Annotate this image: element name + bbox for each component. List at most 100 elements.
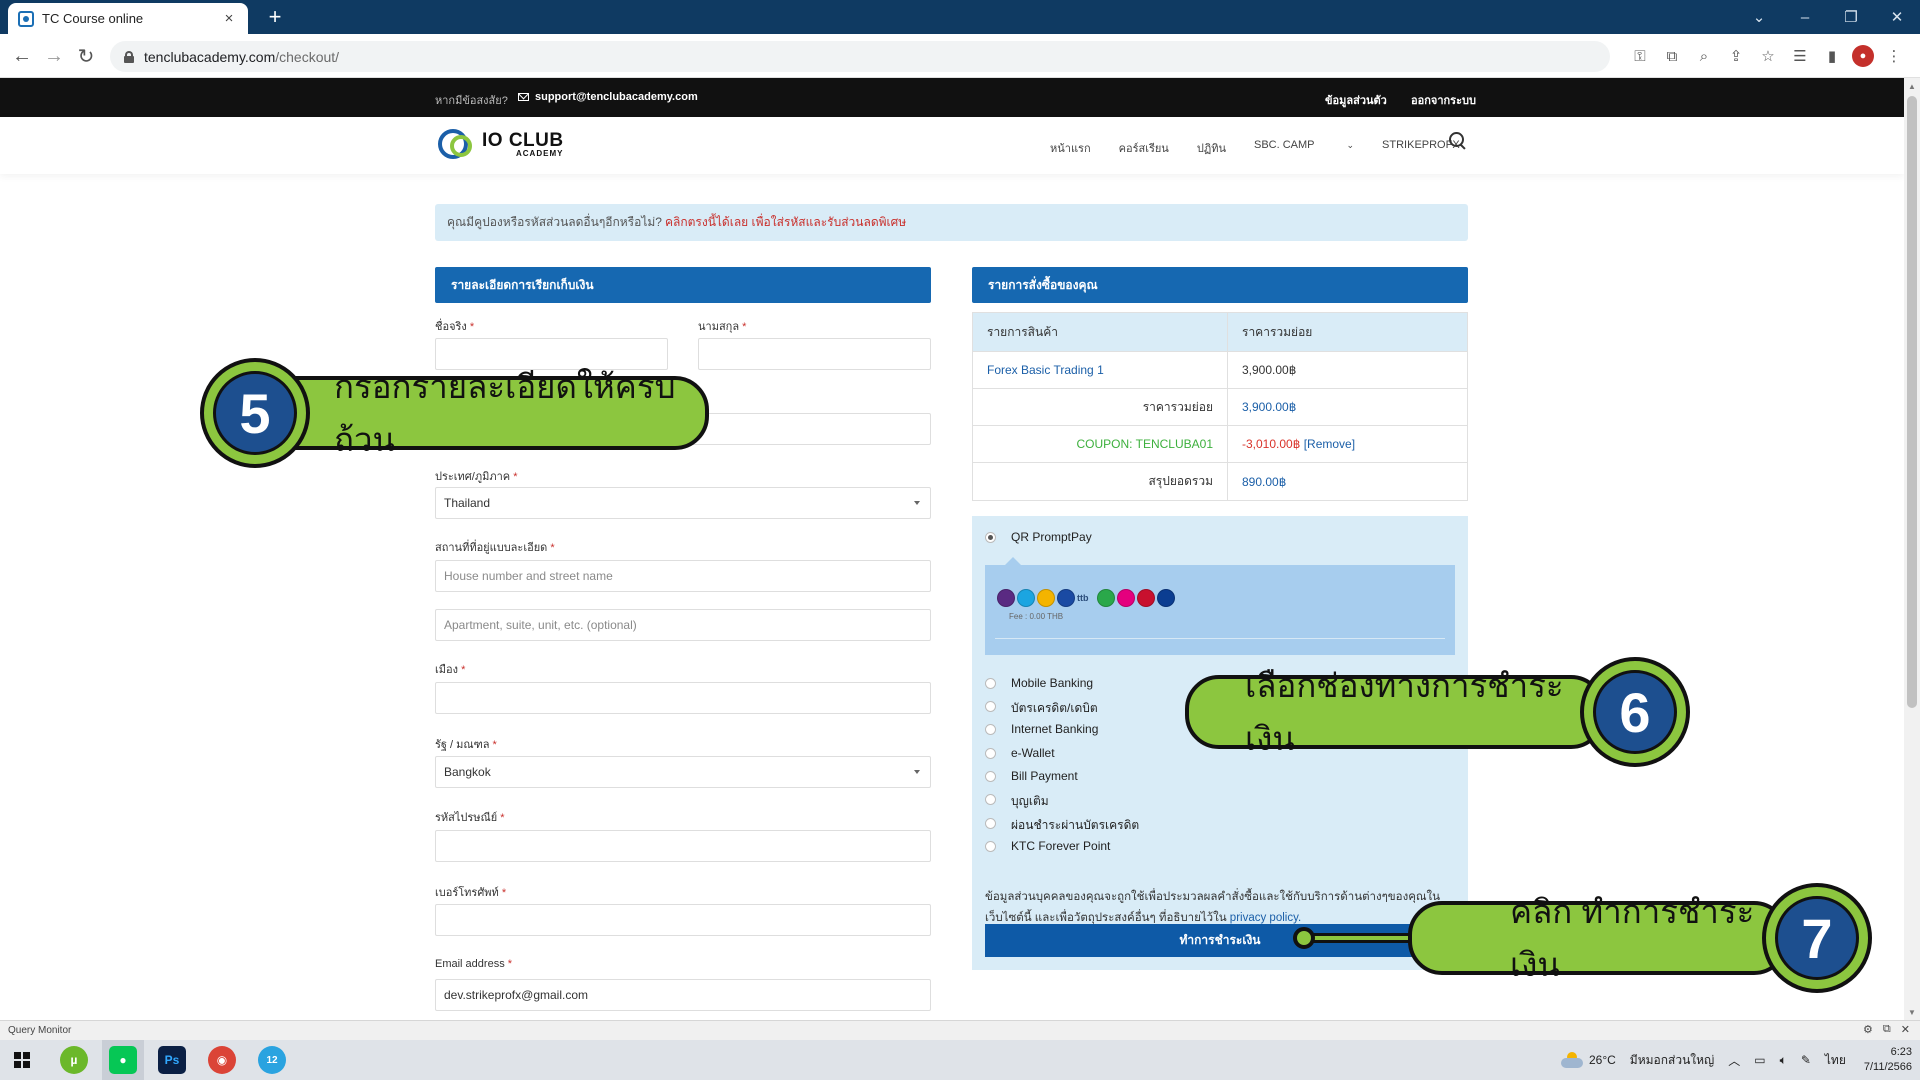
language-indicator[interactable]: ไทย bbox=[1825, 1051, 1846, 1070]
coupon-cell: -3,010.00฿ [Remove] bbox=[1228, 426, 1467, 462]
clock[interactable]: 6:23 7/11/2566 bbox=[1864, 1045, 1912, 1075]
menu-kebab-icon[interactable]: ⋮ bbox=[1882, 42, 1906, 70]
side-panel-icon[interactable]: ▮ bbox=[1820, 42, 1844, 70]
close-window-icon[interactable]: ✕ bbox=[1874, 0, 1920, 34]
zoom-icon[interactable]: ⌕ bbox=[1692, 42, 1716, 70]
new-tab-button[interactable]: + bbox=[262, 4, 288, 30]
payment-radio-promptpay[interactable] bbox=[985, 532, 996, 543]
payment-radio-internet-banking[interactable] bbox=[985, 724, 996, 735]
payment-label-bill-payment[interactable]: Bill Payment bbox=[1011, 769, 1078, 783]
order-heading: รายการสั่งซื้อของคุณ bbox=[972, 267, 1468, 303]
address-line2-input[interactable]: Apartment, suite, unit, etc. (optional) bbox=[435, 609, 931, 641]
nav-item-home[interactable]: หน้าแรก bbox=[1050, 139, 1091, 157]
city-label: เมือง * bbox=[435, 664, 466, 676]
phone-input[interactable] bbox=[435, 904, 931, 936]
nav-item-calendar[interactable]: ปฏิทิน bbox=[1197, 139, 1226, 157]
phone-label: เบอร์โทรศัพท์ * bbox=[435, 887, 507, 899]
site-logo[interactable]: IO CLUB ACADEMY bbox=[436, 125, 564, 163]
query-monitor-label[interactable]: Query Monitor bbox=[8, 1025, 71, 1036]
country-select[interactable]: Thailand bbox=[435, 487, 931, 519]
window-controls: ⌄ – ❐ ✕ bbox=[1736, 0, 1920, 34]
settings-gear-icon[interactable]: ⚙ bbox=[1863, 1023, 1873, 1036]
forward-arrow-icon[interactable]: → bbox=[40, 42, 68, 70]
support-email[interactable]: support@tenclubacademy.com bbox=[518, 91, 698, 103]
browser-tab[interactable]: TC Course online × bbox=[8, 3, 248, 34]
payment-label-promptpay[interactable]: QR PromptPay bbox=[1011, 530, 1092, 544]
nav-item-courses[interactable]: คอร์สเรียน bbox=[1119, 139, 1169, 157]
email-input[interactable]: dev.strikeprofx@gmail.com bbox=[435, 979, 931, 1011]
network-icon[interactable]: ▭ bbox=[1754, 1053, 1765, 1067]
photoshop-app-icon[interactable]: Ps bbox=[158, 1046, 186, 1074]
account-link[interactable]: ข้อมูลส่วนตัว bbox=[1325, 91, 1387, 109]
url-input[interactable]: tenclubacademy.com/checkout/ bbox=[110, 41, 1610, 72]
reload-icon[interactable]: ↻ bbox=[72, 42, 100, 70]
street-address-input[interactable]: House number and street name bbox=[435, 560, 931, 592]
step-5-callout-label: กรอกรายละเอียดให้ครบถ้วน bbox=[255, 368, 709, 458]
weather-text[interactable]: มีหมอกส่วนใหญ่ bbox=[1630, 1051, 1714, 1070]
page-viewport: หากมีข้อสงสัย? support@tenclubacademy.co… bbox=[0, 78, 1904, 1020]
chrome-app-icon[interactable]: ◉ bbox=[208, 1046, 236, 1074]
scroll-down-arrow-icon[interactable]: ▼ bbox=[1904, 1004, 1920, 1020]
product-cell[interactable]: Forex Basic Trading 1 bbox=[973, 352, 1228, 388]
address-bar-row: ← → ↻ tenclubacademy.com/checkout/ ⚿ ⧉ ⌕… bbox=[0, 34, 1920, 78]
state-select[interactable]: Bangkok bbox=[435, 756, 931, 788]
weather-icon[interactable] bbox=[1560, 1052, 1583, 1068]
last-name-input[interactable] bbox=[698, 338, 931, 370]
chevron-down-icon: ⌄ bbox=[1346, 140, 1355, 150]
payment-label-boonterm[interactable]: บุญเติม bbox=[1011, 792, 1049, 811]
close-tab-icon[interactable]: × bbox=[220, 10, 238, 27]
profile-avatar-icon[interactable]: ● bbox=[1852, 45, 1874, 67]
translate-icon[interactable]: ⧉ bbox=[1660, 42, 1684, 70]
key-icon[interactable]: ⚿ bbox=[1628, 42, 1652, 70]
privacy-policy-link[interactable]: privacy policy. bbox=[1230, 912, 1301, 924]
payment-radio-mobile-banking[interactable] bbox=[985, 678, 996, 689]
product-name: Forex Basic Trading bbox=[987, 363, 1094, 377]
coupon-remove-link[interactable]: [Remove] bbox=[1304, 437, 1355, 451]
bookmark-star-icon[interactable]: ☆ bbox=[1756, 42, 1780, 70]
scroll-up-arrow-icon[interactable]: ▲ bbox=[1904, 78, 1920, 94]
search-icon[interactable] bbox=[1448, 131, 1466, 149]
tab-search-icon[interactable]: ⌄ bbox=[1736, 0, 1782, 34]
payment-label-installment[interactable]: ผ่อนชำระผ่านบัตรเครดิต bbox=[1011, 816, 1139, 835]
payment-radio-credit-card[interactable] bbox=[985, 701, 996, 712]
postcode-input[interactable] bbox=[435, 830, 931, 862]
restore-icon[interactable]: ❐ bbox=[1828, 0, 1874, 34]
total-label: สรุปยอดรวม bbox=[973, 463, 1228, 500]
payment-label-mobile-banking[interactable]: Mobile Banking bbox=[1011, 676, 1093, 690]
browser-toolbar-icons: ⚿ ⧉ ⌕ ⇪ ☆ ☰ ▮ ● ⋮ bbox=[1628, 42, 1906, 70]
payment-label-ewallet[interactable]: e-Wallet bbox=[1011, 746, 1055, 760]
payment-label-credit-card[interactable]: บัตรเครดิต/เดบิต bbox=[1011, 699, 1098, 718]
payment-radio-installment[interactable] bbox=[985, 818, 996, 829]
payment-radio-ewallet[interactable] bbox=[985, 748, 996, 759]
temperature[interactable]: 26°C bbox=[1589, 1053, 1616, 1067]
volume-icon[interactable]: 🔈︎ bbox=[1780, 1053, 1787, 1068]
reading-list-icon[interactable]: ☰ bbox=[1788, 42, 1812, 70]
product-price: 3,900.00฿ bbox=[1242, 363, 1297, 377]
payment-radio-bill-payment[interactable] bbox=[985, 771, 996, 782]
payment-radio-boonterm[interactable] bbox=[985, 794, 996, 805]
coupon-notice-link[interactable]: คลิกตรงนี้ได้เลย เพื่อใส่รหัสและรับส่วนล… bbox=[665, 213, 906, 232]
popout-icon[interactable]: ⧉ bbox=[1883, 1023, 1891, 1036]
utorrent-app-icon[interactable]: µ bbox=[60, 1046, 88, 1074]
close-icon[interactable]: ✕ bbox=[1901, 1023, 1910, 1036]
telegram-app-icon[interactable]: 12 bbox=[258, 1046, 286, 1074]
back-arrow-icon[interactable]: ← bbox=[8, 42, 36, 70]
scrollbar-thumb[interactable] bbox=[1907, 96, 1917, 708]
page-scrollbar[interactable]: ▲ ▼ bbox=[1904, 78, 1920, 1020]
payment-label-internet-banking[interactable]: Internet Banking bbox=[1011, 722, 1098, 736]
tray-chevron-up-icon[interactable]: ︿ bbox=[1728, 1052, 1740, 1069]
nav-item-sbc-camp[interactable]: SBC. CAMP ⌄ bbox=[1254, 139, 1354, 157]
city-input[interactable] bbox=[435, 682, 931, 714]
logout-link[interactable]: ออกจากระบบ bbox=[1411, 91, 1476, 109]
payment-label-ktc-forever[interactable]: KTC Forever Point bbox=[1011, 839, 1110, 853]
share-icon[interactable]: ⇪ bbox=[1724, 42, 1748, 70]
payment-radio-ktc-forever[interactable] bbox=[985, 841, 996, 852]
windows-start-icon[interactable] bbox=[14, 1052, 30, 1068]
minimize-icon[interactable]: – bbox=[1782, 0, 1828, 34]
pen-icon[interactable]: ✎ bbox=[1801, 1053, 1811, 1067]
lock-icon[interactable] bbox=[124, 50, 134, 63]
site-header: IO CLUB ACADEMY หน้าแรก คอร์สเรียน ปฏิทิ… bbox=[0, 117, 1904, 174]
line-app-icon[interactable]: ● bbox=[109, 1046, 137, 1074]
step-5-badge: 5 bbox=[200, 358, 310, 468]
last-name-label: นามสกุล * bbox=[698, 321, 747, 333]
